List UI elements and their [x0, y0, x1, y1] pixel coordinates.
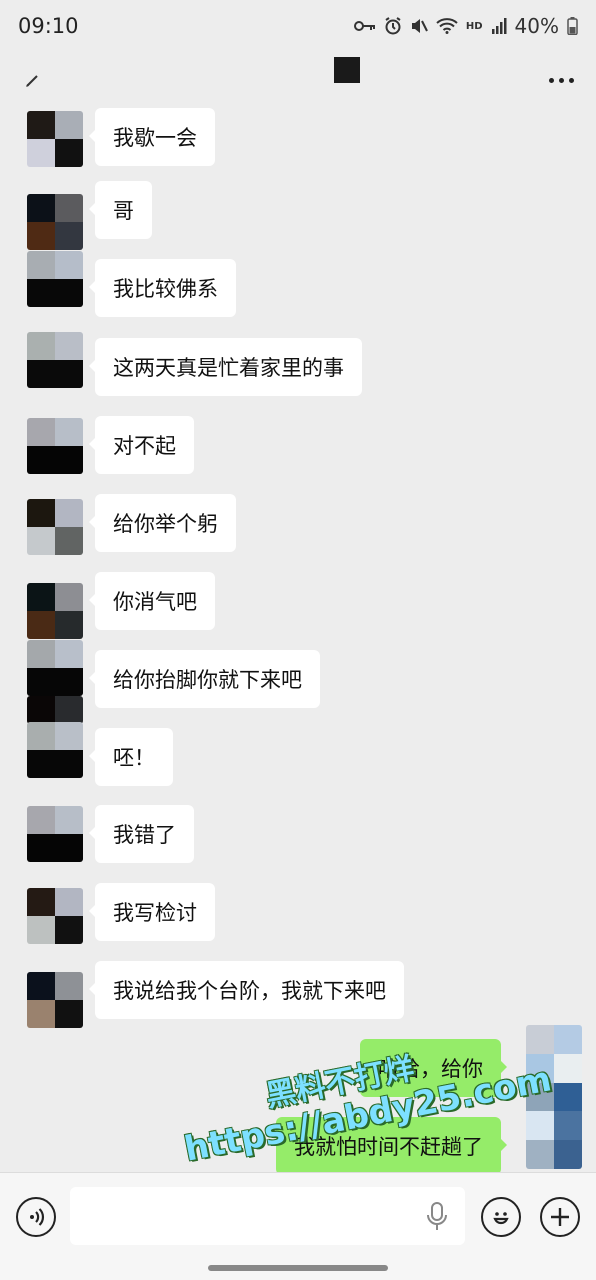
avatar[interactable] [27, 111, 83, 167]
message-bubble[interactable]: 我比较佛系 [89, 259, 236, 317]
message-bubble[interactable]: 哥 [89, 181, 152, 239]
voice-icon[interactable] [16, 1197, 56, 1237]
message-input[interactable] [70, 1187, 465, 1245]
message-bubble[interactable]: 对不起 [89, 416, 194, 474]
message-bubble[interactable]: 给你举个躬 [89, 494, 236, 552]
wifi-icon [436, 18, 458, 34]
key-icon [353, 21, 375, 31]
message-bubble[interactable]: 我写检讨 [89, 883, 215, 941]
input-bar [0, 1172, 596, 1280]
avatar[interactable] [27, 251, 83, 307]
chat-header [0, 52, 596, 108]
avatar[interactable] [27, 722, 83, 778]
signal-icon [491, 18, 507, 34]
alarm-icon [385, 17, 401, 35]
microphone-icon[interactable] [426, 1202, 448, 1236]
message-bubble[interactable]: 呸！ [89, 728, 173, 786]
mute-icon [411, 19, 428, 33]
avatar[interactable] [526, 1025, 582, 1169]
home-indicator[interactable] [208, 1265, 388, 1271]
avatar[interactable] [27, 332, 83, 388]
battery-label: 40% [514, 14, 559, 38]
status-time: 09:10 [18, 14, 79, 38]
avatar[interactable] [27, 696, 83, 724]
plus-icon[interactable] [540, 1197, 580, 1237]
emoji-icon[interactable] [481, 1197, 521, 1237]
chat-title-avatar[interactable] [334, 57, 360, 83]
avatar[interactable] [27, 888, 83, 944]
avatar[interactable] [27, 972, 83, 1028]
avatar[interactable] [27, 583, 83, 639]
message-bubble[interactable]: 我说给我个台阶，我就下来吧 [89, 961, 404, 1019]
status-bar: 09:10 HD 40% [0, 0, 596, 52]
avatar[interactable] [27, 640, 83, 696]
message-bubble[interactable]: 我歇一会 [89, 108, 215, 166]
message-bubble[interactable]: 给你抬脚你就下来吧 [89, 650, 320, 708]
message-bubble[interactable]: 哈哈，给你 [360, 1039, 507, 1097]
message-bubble[interactable]: 这两天真是忙着家里的事 [89, 338, 362, 396]
battery-icon [567, 17, 578, 35]
message-list[interactable]: 我歇一会 哥 我比较佛系 这两天真是忙着家里的事 对不起 给你举个躬 你消气吧 … [0, 108, 596, 1172]
avatar[interactable] [27, 194, 83, 250]
avatar[interactable] [27, 806, 83, 862]
network-label: HD [465, 20, 483, 32]
message-bubble[interactable]: 我错了 [89, 805, 194, 863]
message-bubble[interactable]: 我就怕时间不赶趟了 [276, 1117, 507, 1172]
pencil-back-icon[interactable] [22, 69, 44, 91]
avatar[interactable] [27, 418, 83, 474]
message-bubble[interactable]: 你消气吧 [89, 572, 215, 630]
status-icons: HD 40% [353, 14, 578, 38]
more-dots-icon[interactable] [549, 77, 574, 83]
avatar[interactable] [27, 499, 83, 555]
